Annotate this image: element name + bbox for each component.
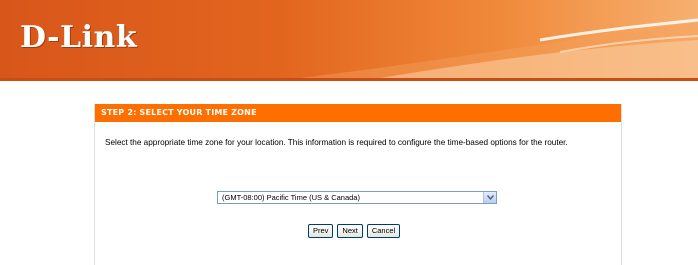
cancel-button[interactable]: Cancel: [366, 224, 401, 238]
next-button[interactable]: Next: [337, 224, 363, 238]
prev-button[interactable]: Prev: [308, 224, 334, 238]
time-zone-select[interactable]: (GMT-08:00) Pacific Time (US & Canada): [217, 191, 497, 204]
header-divider: [0, 78, 698, 81]
header-banner: D-Link: [0, 0, 698, 78]
time-zone-selected-value: (GMT-08:00) Pacific Time (US & Canada): [222, 193, 360, 202]
step-description: Select the appropriate time zone for you…: [105, 138, 568, 147]
chevron-down-icon[interactable]: [483, 192, 496, 203]
page: D-Link STEP 2: SELECT YOUR TIME ZONE Sel…: [0, 0, 698, 265]
navigation-buttons: Prev Next Cancel: [308, 224, 401, 238]
time-zone-step-panel: STEP 2: SELECT YOUR TIME ZONE Select the…: [94, 104, 622, 265]
step-title: STEP 2: SELECT YOUR TIME ZONE: [95, 104, 621, 122]
dlink-logo: D-Link: [20, 20, 138, 55]
